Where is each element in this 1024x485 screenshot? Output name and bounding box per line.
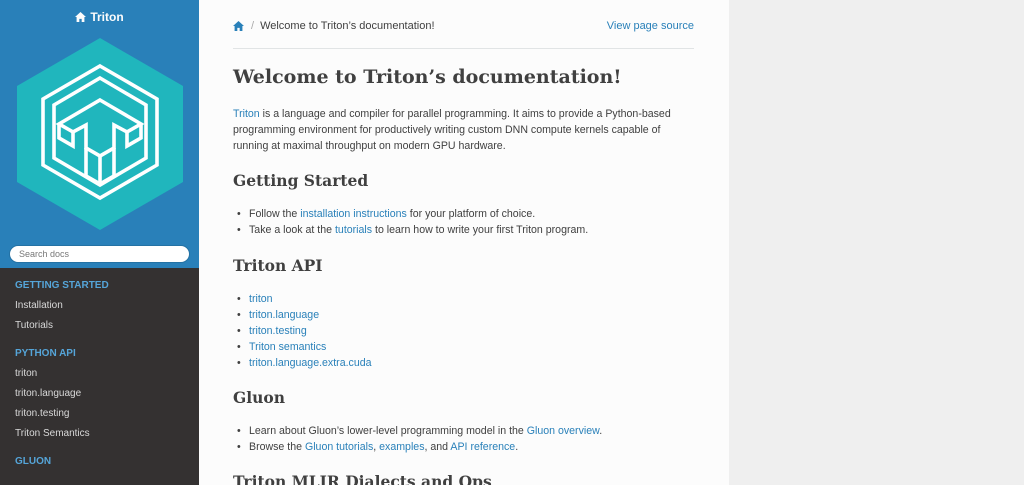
list-item: triton xyxy=(233,291,372,307)
examples-link[interactable]: examples xyxy=(379,441,424,453)
main-content: / Welcome to Triton’s documentation! Vie… xyxy=(199,0,729,485)
api-link-triton[interactable]: triton xyxy=(249,293,273,305)
list-text: Browse the xyxy=(249,441,305,453)
home-icon xyxy=(75,12,87,22)
nav-caption-python-api: Python API xyxy=(15,348,76,359)
brand-link[interactable]: Triton xyxy=(75,10,124,24)
list-text: , and xyxy=(424,441,451,453)
sidebar-item-triton-semantics[interactable]: Triton Semantics xyxy=(0,424,199,444)
sidebar-header: Triton xyxy=(0,0,199,268)
sidebar-item-triton[interactable]: triton xyxy=(0,364,199,384)
api-link-triton-language[interactable]: triton.language xyxy=(249,309,319,321)
breadcrumb: / Welcome to Triton’s documentation! Vie… xyxy=(233,19,694,33)
list-item: Triton semantics xyxy=(233,339,372,355)
list-text: . xyxy=(515,441,519,453)
sidebar-item-tutorials[interactable]: Tutorials xyxy=(0,316,199,336)
list-item: Take a look at the tutorials to learn ho… xyxy=(233,222,588,238)
list-item: Browse the Gluon tutorials, examples, an… xyxy=(233,439,602,455)
heading-getting-started: Getting Started xyxy=(233,171,369,190)
intro-paragraph: Triton is a language and compiler for pa… xyxy=(233,106,694,154)
breadcrumb-current: Welcome to Triton’s documentation! xyxy=(260,20,435,32)
list-text: . xyxy=(599,425,603,437)
list-item: triton.language.extra.cuda xyxy=(233,355,372,371)
page-title: Welcome to Triton’s documentation! xyxy=(233,66,622,88)
api-link-triton-semantics[interactable]: Triton semantics xyxy=(249,341,326,353)
gluon-list: Learn about Gluon’s lower-level programm… xyxy=(233,423,602,455)
list-item: Follow the installation instructions for… xyxy=(233,206,588,222)
heading-triton-mlir: Triton MLIR Dialects and Ops xyxy=(233,472,492,485)
triton-link[interactable]: Triton xyxy=(233,108,260,120)
list-text: for your platform of choice. xyxy=(406,208,536,220)
list-text: Follow the xyxy=(249,208,301,220)
list-item: Learn about Gluon’s lower-level programm… xyxy=(233,423,602,439)
view-page-source-link[interactable]: View page source xyxy=(607,20,694,32)
triton-api-list: triton triton.language triton.testing Tr… xyxy=(233,291,372,371)
breadcrumb-separator: / xyxy=(251,20,255,32)
getting-started-list: Follow the installation instructions for… xyxy=(233,206,588,238)
nav-caption-getting-started: Getting Started xyxy=(15,280,109,291)
heading-gluon: Gluon xyxy=(233,388,286,407)
sidebar-item-triton-language[interactable]: triton.language xyxy=(0,384,199,404)
list-item: triton.language xyxy=(233,307,372,323)
sidebar-item-triton-testing[interactable]: triton.testing xyxy=(0,404,199,424)
api-reference-link[interactable]: API reference xyxy=(450,441,515,453)
tutorials-link[interactable]: tutorials xyxy=(335,224,372,236)
sidebar-item-installation[interactable]: Installation xyxy=(0,296,199,316)
list-item: triton.testing xyxy=(233,323,372,339)
sidebar: Triton Getting Started Installation Tuto… xyxy=(0,0,199,485)
list-text: to learn how to write your first Triton … xyxy=(372,224,589,236)
page-background xyxy=(729,0,1024,485)
header-divider xyxy=(233,48,694,49)
installation-instructions-link[interactable]: installation instructions xyxy=(300,208,407,220)
home-icon[interactable] xyxy=(233,21,244,31)
search-input[interactable] xyxy=(9,245,190,263)
intro-text: is a language and compiler for parallel … xyxy=(233,108,671,152)
heading-triton-api: Triton API xyxy=(233,256,323,275)
brand-title: Triton xyxy=(90,10,124,24)
triton-logo[interactable] xyxy=(15,36,185,232)
api-link-extra-cuda[interactable]: triton.language.extra.cuda xyxy=(249,357,372,369)
gluon-overview-link[interactable]: Gluon overview xyxy=(527,425,599,437)
nav-caption-gluon: Gluon xyxy=(15,456,52,467)
api-link-triton-testing[interactable]: triton.testing xyxy=(249,325,307,337)
list-text: Learn about Gluon’s lower-level programm… xyxy=(249,425,527,437)
list-text: Take a look at the xyxy=(249,224,335,236)
gluon-tutorials-link[interactable]: Gluon tutorials xyxy=(305,441,373,453)
